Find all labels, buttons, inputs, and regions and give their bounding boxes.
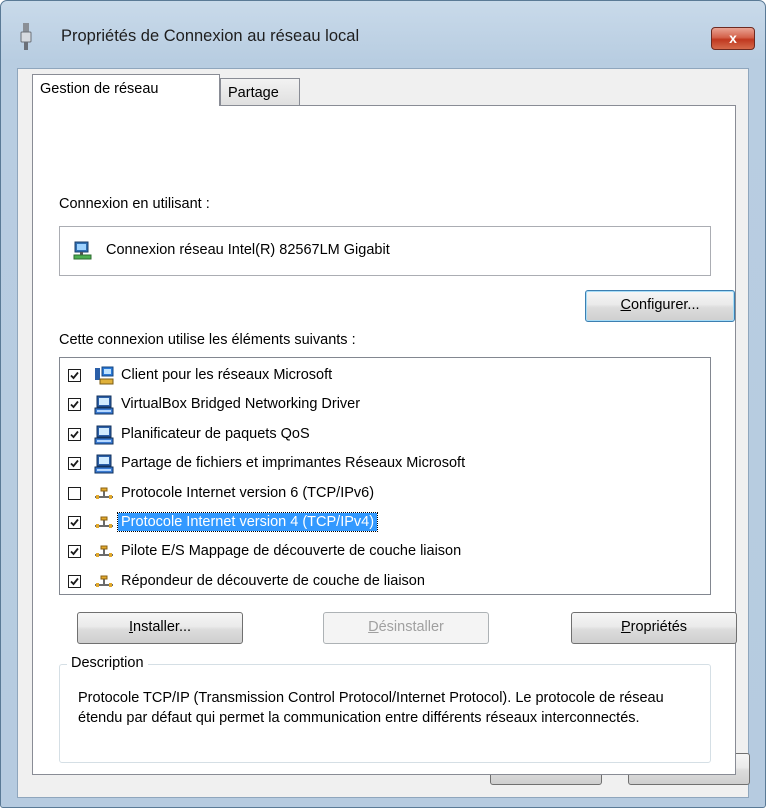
network-cable-icon (20, 23, 32, 50)
component-row[interactable]: Pilote E/S Mappage de découverte de couc… (60, 538, 710, 567)
connect-using-label: Connexion en utilisant : (59, 196, 210, 212)
network-service-icon (94, 425, 114, 445)
checkmark-icon (70, 371, 79, 380)
adapter-box: Connexion réseau Intel(R) 82567LM Gigabi… (59, 226, 711, 276)
component-row[interactable]: Planificateur de paquets QoS (60, 421, 710, 450)
component-checkbox[interactable] (68, 545, 81, 559)
component-checkbox[interactable] (68, 398, 81, 412)
protocol-icon (95, 487, 113, 499)
checkmark-icon (70, 548, 79, 556)
description-text: Protocole TCP/IP (Transmission Control P… (78, 690, 664, 726)
description-label: Description (67, 655, 148, 671)
component-checkbox[interactable] (68, 369, 81, 382)
component-label: Protocole Internet version 4 (TCP/IPv4) (116, 512, 379, 532)
component-label: Pilote E/S Mappage de découverte de couc… (121, 543, 462, 560)
component-row[interactable]: VirtualBox Bridged Networking Driver (60, 391, 710, 420)
component-label: Protocole Internet version 6 (TCP/IPv6) (121, 484, 375, 501)
components-label: Cette connexion utilise les éléments sui… (59, 332, 356, 348)
component-checkbox[interactable] (68, 486, 81, 500)
tab-networking-label: Gestion de réseau (40, 81, 159, 97)
component-checkbox[interactable] (68, 457, 81, 471)
install-button-label: nstaller... (133, 619, 192, 635)
network-service-icon (94, 395, 114, 415)
component-label: Partage de fichiers et imprimantes Résea… (121, 455, 466, 472)
configure-button[interactable]: Configurer... (585, 290, 735, 322)
component-checkbox[interactable] (68, 574, 81, 588)
components-list[interactable]: Client pour les réseaux Microsoft Virtual… (59, 357, 711, 595)
checkmark-icon (70, 577, 79, 586)
component-row[interactable]: Client pour les réseaux Microsoft (60, 362, 710, 391)
tab-page: Connexion en utilisant : Connexion résea… (32, 105, 737, 775)
network-adapter-icon (73, 241, 92, 260)
component-checkbox[interactable] (68, 516, 81, 529)
protocol-icon (95, 575, 113, 587)
component-label: Client pour les réseaux Microsoft (121, 367, 333, 383)
checkmark-icon (70, 460, 79, 468)
component-row[interactable]: Protocole Internet version 4 (TCP/IPv4) (60, 509, 710, 538)
component-label: VirtualBox Bridged Networking Driver (121, 396, 361, 413)
component-label: Planificateur de paquets QoS (121, 425, 310, 442)
dialog-client-area: Gestion de réseau Partage Connexion en u… (17, 68, 750, 798)
component-row[interactable]: Protocole Internet version 6 (TCP/IPv6) (60, 480, 710, 509)
protocol-icon (95, 545, 113, 558)
component-checkbox[interactable] (68, 427, 81, 441)
configure-button-mnemonic: C (620, 297, 631, 313)
component-row[interactable]: Répondeur de découverte de couche de lia… (60, 568, 710, 597)
adapter-name: Connexion réseau Intel(R) 82567LM Gigabi… (106, 242, 390, 258)
network-client-icon (95, 366, 114, 385)
install-button[interactable]: Installer... (77, 612, 243, 644)
properties-button[interactable]: Propriétés (571, 612, 737, 644)
component-label: Répondeur de découverte de couche de lia… (121, 572, 425, 589)
uninstall-button-mnemonic: D (368, 619, 379, 635)
uninstall-button[interactable]: Désinstaller (323, 612, 489, 644)
tab-sharing[interactable]: Partage (220, 78, 300, 107)
checkmark-icon (70, 518, 79, 527)
tab-networking[interactable]: Gestion de réseau (32, 74, 220, 106)
network-service-icon (94, 454, 114, 474)
tab-sharing-label: Partage (228, 85, 279, 101)
close-button[interactable]: x (711, 27, 755, 50)
dialog-window: Propriétés de Connexion au réseau local … (0, 0, 766, 808)
protocol-icon (95, 516, 113, 528)
properties-button-mnemonic: P (620, 619, 631, 635)
properties-button-label: ropriétés (630, 619, 688, 635)
component-row[interactable]: Partage de fichiers et imprimantes Résea… (60, 450, 710, 479)
configure-button-label: onfigurer... (630, 297, 700, 313)
close-icon: x (729, 30, 737, 46)
checkmark-icon (70, 430, 79, 439)
uninstall-button-label: ésinstaller (378, 619, 444, 635)
window-title: Propriétés de Connexion au réseau local (61, 27, 360, 45)
checkmark-icon (70, 401, 79, 409)
